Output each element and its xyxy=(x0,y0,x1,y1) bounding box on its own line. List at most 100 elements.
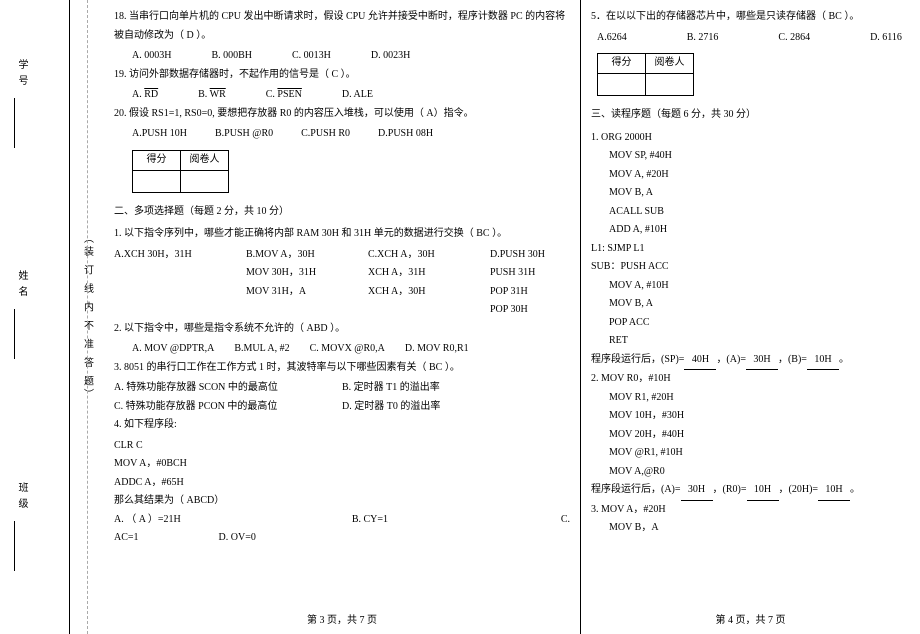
score-cell-2 xyxy=(181,170,229,192)
p1-sub1: MOV A, #10H xyxy=(609,277,910,296)
label-class-text: 班级 xyxy=(14,482,29,514)
ans1-e: 。 xyxy=(839,354,849,365)
ans1-m2: ，(B)= xyxy=(778,354,807,365)
q19-opt-a: A. RD xyxy=(132,86,158,105)
p1-l2: MOV A, #20H xyxy=(609,166,910,185)
m2-opt-a: A. MOV @DPTR,A xyxy=(132,340,214,359)
p3: 3. MOV A，#20H xyxy=(591,501,910,520)
psen-signal: PSEN xyxy=(277,89,301,100)
m1-col-d: D.PUSH 30H PUSH 31H POP 31H POP 30H xyxy=(490,246,570,320)
p1-sub4: RET xyxy=(609,332,910,351)
p2-l2: MOV 10H，#30H xyxy=(609,407,910,426)
binding-column: （装 订 线 内 不 准 答 题） xyxy=(70,0,104,634)
m1-options: A.XCH 30H，31H B.MOV A，30H MOV 30H，31H MO… xyxy=(114,246,570,320)
q18-opt-a: A. 0003H xyxy=(132,47,171,66)
q19-opt-c: C. PSEN xyxy=(266,86,302,105)
m1-b2: MOV 30H，31H xyxy=(246,264,346,283)
ans2-e: 。 xyxy=(850,484,860,495)
q19: 19. 访问外部数据存储器时，不起作用的信号是（ C ）。 xyxy=(114,66,570,85)
binding-note: （装 订 线 内 不 准 答 题） xyxy=(80,233,95,402)
p2-l5: MOV A,@R0 xyxy=(609,463,910,482)
id-line xyxy=(14,98,15,148)
m1: 1. 以下指令序列中，哪些才能正确将内部 RAM 30H 和 31H 单元的数据… xyxy=(114,225,570,244)
section-3-title: 三、读程序题（每题 6 分，共 30 分） xyxy=(591,106,910,125)
left-margin: 学号 姓名 班级 xyxy=(0,0,70,634)
score-hdr-2: 阅卷人 xyxy=(181,150,229,170)
name-line xyxy=(14,309,15,359)
m1-col-b: B.MOV A，30H MOV 30H，31H MOV 31H，A xyxy=(246,246,346,320)
section-2-title: 二、多项选择题（每题 2 分，共 10 分） xyxy=(114,203,570,222)
ans1-v3: 10H xyxy=(807,351,839,371)
score-box-right: 得分阅卷人 xyxy=(597,53,694,96)
m1-b3: MOV 31H，A xyxy=(246,283,346,302)
p1-l5: ADD A, #10H xyxy=(609,221,910,240)
ans2-m2: ，(20H)= xyxy=(779,484,819,495)
m4-c2: AC=1 xyxy=(114,529,139,548)
ans2-v2: 10H xyxy=(747,481,779,501)
q5: 5．在以以下出的存储器芯片中，哪些是只读存储器（ BC ）。 xyxy=(591,8,910,27)
score-cell-1 xyxy=(133,170,181,192)
q5-opt-a: A.6264 xyxy=(597,29,627,48)
m3-row2: C. 特殊功能存放器 PCON 中的最高位 D. 定时器 T0 的溢出率 xyxy=(114,398,570,417)
ans2: 程序段运行后，(A)=30H，(R0)=10H，(20H)=10H。 xyxy=(591,481,910,501)
m4-ans-row: A. （ A ）=21H B. CY=1 C. xyxy=(114,511,570,530)
m2-opt-d: D. MOV R0,R1 xyxy=(405,340,469,359)
p1-l3: MOV B, A xyxy=(609,184,910,203)
p3-l1: MOV B，A xyxy=(609,519,910,538)
m1-d2: PUSH 31H xyxy=(490,264,570,283)
q18: 18. 当串行口向单片机的 CPU 发出中断请求时，假设 CPU 允许并接受中断… xyxy=(114,8,570,45)
q20-opt-b: B.PUSH @R0 xyxy=(215,125,273,144)
footer-right: 第 4 页，共 7 页 xyxy=(581,612,920,631)
score-hdr-1: 得分 xyxy=(133,150,181,170)
content-wrap: 18. 当串行口向单片机的 CPU 发出中断请求时，假设 CPU 允许并接受中断… xyxy=(104,0,920,634)
m4: 4. 如下程序段: xyxy=(114,416,570,435)
score-hdr-r1: 得分 xyxy=(598,54,646,74)
score-cell-r2 xyxy=(646,74,694,96)
m1-c1: C.XCH A，30H xyxy=(368,246,468,265)
m4-ans-row2: AC=1 D. OV=0 xyxy=(114,529,570,548)
m4-l2: MOV A，#0BCH xyxy=(114,455,570,474)
score-box-left: 得分阅卷人 xyxy=(132,150,229,193)
q18-opt-c: C. 0013H xyxy=(292,47,331,66)
page-root: 学号 姓名 班级 （装 订 线 内 不 准 答 题） 18. 当串行口向单片机的… xyxy=(0,0,920,634)
p2-l1: MOV R1, #20H xyxy=(609,389,910,408)
q5-options: A.6264 B. 2716 C. 2864 D. 6116 xyxy=(597,29,910,48)
m4-c: C. xyxy=(550,511,570,530)
label-id-text: 学号 xyxy=(14,59,29,91)
m4-a: A. （ A ）=21H xyxy=(114,511,352,530)
p1-sub: SUB：PUSH ACC xyxy=(591,258,910,277)
m3-row1: A. 特殊功能存放器 SCON 中的最高位 B. 定时器 T1 的溢出率 xyxy=(114,379,570,398)
m2-opt-b: B.MUL A, #2 xyxy=(234,340,289,359)
score-hdr-r2: 阅卷人 xyxy=(646,54,694,74)
m3-c: C. 特殊功能存放器 PCON 中的最高位 xyxy=(114,398,342,417)
q20-opt-a: A.PUSH 10H xyxy=(132,125,187,144)
ans1-pre: 程序段运行后，(SP)= xyxy=(591,354,684,365)
m1-d4: POP 30H xyxy=(490,301,570,320)
q20-opt-c: C.PUSH R0 xyxy=(301,125,350,144)
column-right: 5．在以以下出的存储器芯片中，哪些是只读存储器（ BC ）。 A.6264 B.… xyxy=(581,0,920,634)
p1-l1label: L1: SJMP L1 xyxy=(591,240,910,259)
q5-opt-d: D. 6116 xyxy=(870,29,902,48)
m4-b: B. CY=1 xyxy=(352,511,550,530)
q18-opt-b: B. 000BH xyxy=(211,47,252,66)
wr-signal: WR xyxy=(210,89,226,100)
q20-opt-d: D.PUSH 08H xyxy=(378,125,433,144)
p2: 2. MOV R0，#10H xyxy=(591,370,910,389)
m2-options: A. MOV @DPTR,A B.MUL A, #2 C. MOVX @R0,A… xyxy=(132,340,570,359)
m1-c2: XCH A，31H xyxy=(368,264,468,283)
m4-d: D. OV=0 xyxy=(219,529,256,548)
ans2-v1: 30H xyxy=(681,481,713,501)
vertical-label-group: 学号 姓名 班级 xyxy=(14,0,29,634)
q19-opt-d: D. ALE xyxy=(342,86,373,105)
p1-l4: ACALL SUB xyxy=(609,203,910,222)
p1-sub3: POP ACC xyxy=(609,314,910,333)
q19-options: A. RD B. WR C. PSEN D. ALE xyxy=(132,86,570,105)
q5-opt-b: B. 2716 xyxy=(687,29,719,48)
p2-l3: MOV 20H，#40H xyxy=(609,426,910,445)
q20-options: A.PUSH 10H B.PUSH @R0 C.PUSH R0 D.PUSH 0… xyxy=(132,125,570,144)
m1-col-a: A.XCH 30H，31H xyxy=(114,246,224,320)
rd-signal: RD xyxy=(144,89,158,100)
q20: 20. 假设 RS1=1, RS0=0, 要想把存放器 R0 的内容压入堆栈，可… xyxy=(114,105,570,124)
p2-l4: MOV @R1, #10H xyxy=(609,444,910,463)
m4-q: 那么其结果为（ ABCD） xyxy=(114,492,570,511)
